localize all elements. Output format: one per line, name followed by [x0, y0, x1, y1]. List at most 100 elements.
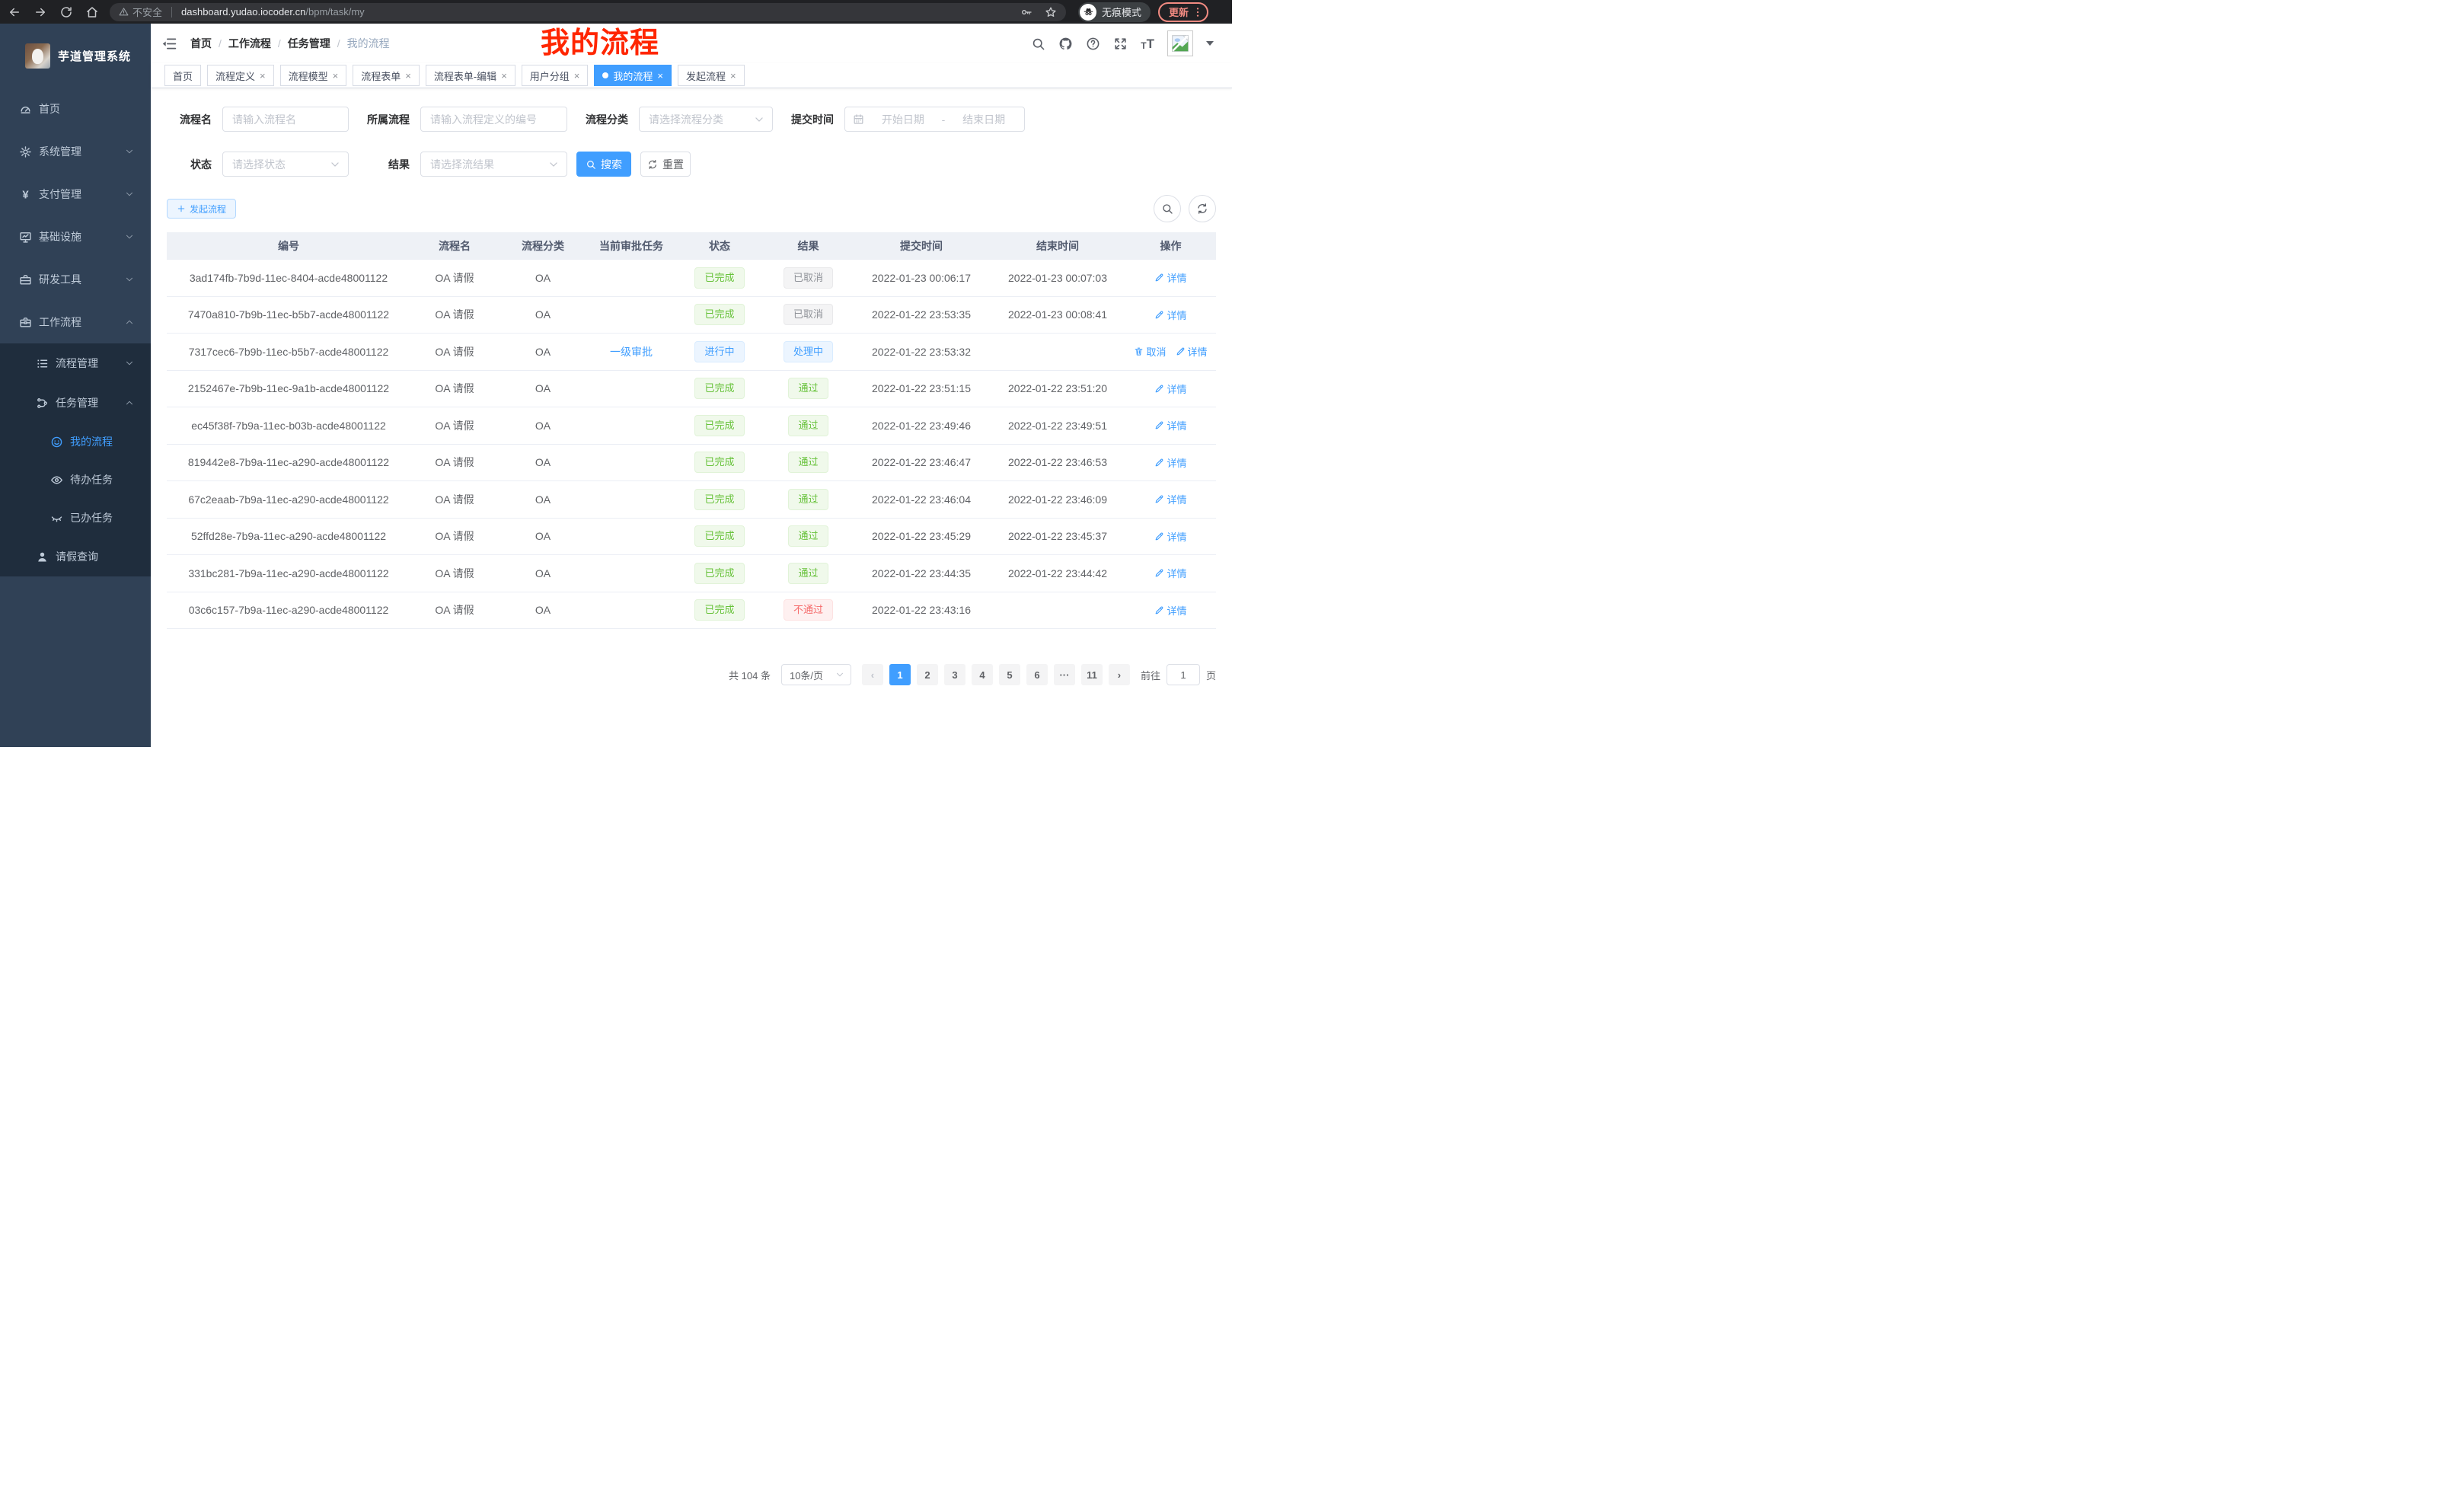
process-name-input[interactable]	[222, 107, 349, 132]
tab-流程表单[interactable]: 流程表单×	[353, 65, 420, 86]
cell-name: OA 请假	[410, 381, 499, 396]
submit-time-range-picker[interactable]: 开始日期 - 结束日期	[844, 107, 1025, 132]
sidebar-item-首页[interactable]: 首页	[0, 88, 151, 130]
sidebar-item-已办任务[interactable]: 已办任务	[0, 499, 151, 537]
start-process-button[interactable]: 发起流程	[167, 199, 236, 219]
cell-category: OA	[499, 530, 587, 542]
tab-流程表单-编辑[interactable]: 流程表单-编辑×	[426, 65, 515, 86]
close-icon[interactable]: ×	[730, 71, 736, 81]
end-date-placeholder[interactable]: 结束日期	[951, 112, 1017, 127]
close-icon[interactable]: ×	[574, 71, 580, 81]
prev-page-button[interactable]: ‹	[862, 664, 883, 685]
page-button-6[interactable]: 6	[1026, 664, 1048, 685]
action-详情[interactable]: 详情	[1154, 418, 1186, 433]
page-button-4[interactable]: 4	[972, 664, 993, 685]
sidebar-item-我的流程[interactable]: 我的流程	[0, 423, 151, 461]
sidebar-item-支付管理[interactable]: ¥支付管理	[0, 173, 151, 215]
page-button-3[interactable]: 3	[944, 664, 965, 685]
app-logo[interactable]: 芋道管理系统	[0, 24, 151, 88]
reload-icon[interactable]	[59, 5, 73, 19]
sidebar-item-研发工具[interactable]: 研发工具	[0, 258, 151, 301]
next-page-button[interactable]: ›	[1109, 664, 1130, 685]
current-task-link[interactable]: 一级审批	[610, 346, 653, 358]
font-size-icon[interactable]: TT	[1141, 37, 1154, 50]
sidebar-item-待办任务[interactable]: 待办任务	[0, 461, 151, 499]
close-icon[interactable]: ×	[333, 71, 339, 81]
action-详情[interactable]: 详情	[1176, 344, 1208, 359]
browser-update-button[interactable]: 更新	[1158, 2, 1208, 22]
sidebar-item-label: 我的流程	[70, 434, 113, 449]
github-icon[interactable]	[1058, 37, 1073, 51]
goto-page-input[interactable]	[1167, 664, 1200, 685]
page-size-select[interactable]: 10条/页	[781, 664, 851, 685]
address-bar[interactable]: 不安全 dashboard.yudao.iocoder.cn/bpm/task/…	[110, 3, 1066, 21]
page-button-2[interactable]: 2	[917, 664, 938, 685]
sidebar-item-任务管理[interactable]: 任务管理	[0, 383, 151, 423]
cell-end-time: 2022-01-22 23:51:20	[990, 382, 1125, 394]
close-icon[interactable]: ×	[260, 71, 266, 81]
page-button-5[interactable]: 5	[999, 664, 1020, 685]
status-select[interactable]: 请选择状态	[222, 152, 349, 177]
toggle-search-button[interactable]	[1154, 195, 1181, 222]
action-详情[interactable]: 详情	[1154, 566, 1186, 580]
tab-我的流程[interactable]: 我的流程×	[594, 65, 672, 86]
tab-首页[interactable]: 首页	[164, 65, 201, 86]
key-icon[interactable]	[1020, 6, 1033, 18]
tab-发起流程[interactable]: 发起流程×	[678, 65, 745, 86]
sidebar-item-系统管理[interactable]: 系统管理	[0, 130, 151, 173]
forward-icon[interactable]	[34, 5, 47, 19]
action-取消[interactable]: 取消	[1134, 344, 1166, 359]
back-icon[interactable]	[8, 5, 21, 19]
column-header-流程分类: 流程分类	[499, 238, 587, 254]
cell-name: OA 请假	[410, 492, 499, 507]
bookmark-star-icon[interactable]	[1045, 6, 1057, 18]
help-icon[interactable]	[1086, 37, 1100, 51]
more-pages-button[interactable]: ···	[1054, 664, 1075, 685]
sidebar-item-流程管理[interactable]: 流程管理	[0, 343, 151, 383]
action-详情[interactable]: 详情	[1154, 381, 1186, 396]
browser-menu-icon[interactable]	[1192, 6, 1204, 18]
start-date-placeholder[interactable]: 开始日期	[870, 112, 936, 127]
action-详情[interactable]: 详情	[1154, 455, 1186, 470]
page-button-11[interactable]: 11	[1081, 664, 1103, 685]
cell-submit-time: 2022-01-22 23:43:16	[853, 604, 990, 616]
sidebar-collapse-icon[interactable]	[161, 36, 177, 52]
process-definition-input[interactable]	[420, 107, 567, 132]
close-icon[interactable]: ×	[657, 71, 663, 81]
tab-流程定义[interactable]: 流程定义×	[207, 65, 274, 86]
action-详情[interactable]: 详情	[1154, 529, 1186, 544]
breadcrumb-item[interactable]: 首页	[190, 36, 212, 51]
fullscreen-icon[interactable]	[1113, 37, 1128, 51]
result-badge: 不通过	[784, 599, 833, 621]
result-select[interactable]: 请选择流结果	[420, 152, 567, 177]
close-icon[interactable]: ×	[501, 71, 507, 81]
cell-name: OA 请假	[410, 270, 499, 286]
security-indicator[interactable]: 不安全	[119, 5, 162, 19]
reset-button[interactable]: 重置	[640, 152, 691, 177]
action-详情[interactable]: 详情	[1154, 492, 1186, 506]
page-button-1[interactable]: 1	[889, 664, 911, 685]
action-详情[interactable]: 详情	[1154, 308, 1186, 322]
tab-用户分组[interactable]: 用户分组×	[522, 65, 589, 86]
refresh-table-button[interactable]	[1189, 195, 1216, 222]
close-icon[interactable]: ×	[405, 71, 411, 81]
breadcrumb-item[interactable]: 工作流程	[228, 36, 271, 51]
avatar-caret-icon[interactable]	[1206, 41, 1214, 46]
sidebar-item-工作流程[interactable]: 工作流程	[0, 301, 151, 343]
action-详情[interactable]: 详情	[1154, 603, 1186, 618]
branch-icon	[36, 397, 49, 410]
home-icon[interactable]	[85, 5, 99, 19]
search-icon[interactable]	[1031, 37, 1045, 51]
category-select[interactable]: 请选择流程分类	[639, 107, 773, 132]
sidebar-item-请假查询[interactable]: 请假查询	[0, 537, 151, 576]
date-separator: -	[942, 113, 946, 126]
cell-submit-time: 2022-01-22 23:45:29	[853, 530, 990, 542]
search-button[interactable]: 搜索	[576, 152, 631, 177]
sidebar-item-基础设施[interactable]: 基础设施	[0, 215, 151, 258]
sidebar-item-label: 系统管理	[39, 144, 81, 159]
breadcrumb-item[interactable]: 任务管理	[288, 36, 330, 51]
action-详情[interactable]: 详情	[1154, 270, 1186, 285]
sidebar-item-label: 首页	[39, 101, 60, 117]
avatar[interactable]	[1167, 30, 1193, 56]
tab-流程模型[interactable]: 流程模型×	[280, 65, 347, 86]
